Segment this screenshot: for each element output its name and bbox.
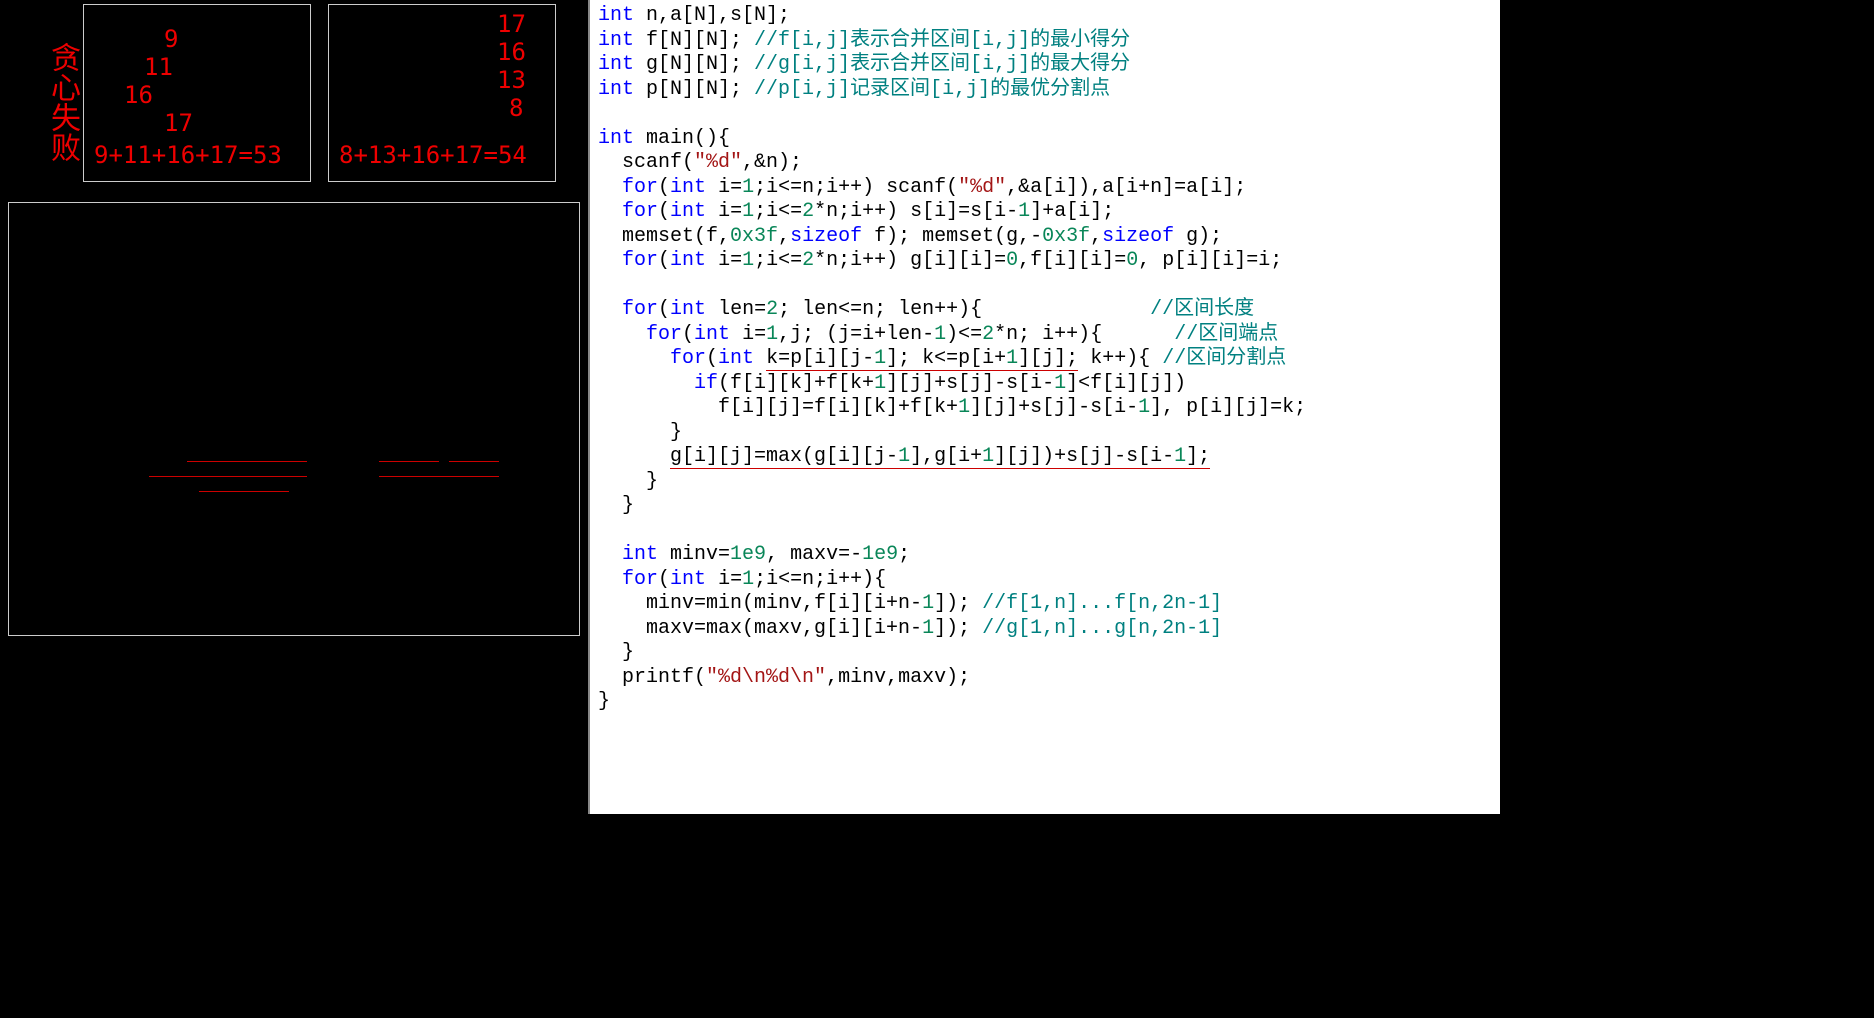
code-line: } [598, 494, 1492, 519]
code-line: int main(){ [598, 127, 1492, 152]
box2-val-1: 16 [497, 38, 526, 66]
code-panel: int n,a[N],s[N]; int f[N][N]; //f[i,j]表示… [588, 0, 1500, 814]
code-line [598, 519, 1492, 544]
code-line: } [598, 690, 1492, 715]
code-line: int n,a[N],s[N]; [598, 4, 1492, 29]
code-line: for(int i=1;i<=2*n;i++) g[i][i]=0,f[i][i… [598, 249, 1492, 274]
code-line: } [598, 421, 1492, 446]
code-line: for(int i=1;i<=2*n;i++) s[i]=s[i-1]+a[i]… [598, 200, 1492, 225]
code-line: for(int i=1;i<=n;i++){ [598, 568, 1492, 593]
code-line: int p[N][N]; //p[i,j]记录区间[i,j]的最优分割点 [598, 78, 1492, 103]
code-line: if(f[i][k]+f[k+1][j]+s[j]-s[i-1]<f[i][j]… [598, 372, 1492, 397]
code-line: memset(f,0x3f,sizeof f); memset(g,-0x3f,… [598, 225, 1492, 250]
box1-val-1: 11 [144, 53, 173, 81]
box2-val-0: 17 [497, 10, 526, 38]
code-line: printf("%d\n%d\n",minv,maxv); [598, 666, 1492, 691]
code-line [598, 102, 1492, 127]
empty-box [8, 202, 580, 636]
code-line: for(int i=1;i<=n;i++) scanf("%d",&a[i]),… [598, 176, 1492, 201]
redline-3 [199, 491, 289, 492]
left-panel: 贪心失败 9 11 16 17 9+11+16+17=53 17 16 13 8… [0, 0, 588, 814]
box2-sum: 8+13+16+17=54 [339, 141, 527, 169]
box1-val-2: 16 [124, 81, 153, 109]
box1-val-3: 17 [164, 109, 193, 137]
redline-4 [379, 461, 439, 462]
code-line: for(int len=2; len<=n; len++){ //区间长度 [598, 298, 1492, 323]
box1-sum: 9+11+16+17=53 [94, 141, 282, 169]
code-line: int minv=1e9, maxv=-1e9; [598, 543, 1492, 568]
box2-val-2: 13 [497, 66, 526, 94]
code-line: scanf("%d",&n); [598, 151, 1492, 176]
code-line: int g[N][N]; //g[i,j]表示合并区间[i,j]的最大得分 [598, 53, 1492, 78]
code-line: for(int k=p[i][j-1]; k<=p[i+1][j]; k++){… [598, 347, 1492, 372]
redline-6 [379, 476, 499, 477]
code-line: maxv=max(maxv,g[i][i+n-1]); //g[1,n]...g… [598, 617, 1492, 642]
redline-5 [449, 461, 499, 462]
code-line: } [598, 641, 1492, 666]
greedy-box-2: 17 16 13 8 8+13+16+17=54 [328, 4, 556, 182]
code-line: for(int i=1,j; (j=i+len-1)<=2*n; i++){ /… [598, 323, 1492, 348]
code-line: } [598, 470, 1492, 495]
code-line: f[i][j]=f[i][k]+f[k+1][j]+s[j]-s[i-1], p… [598, 396, 1492, 421]
redline-2 [149, 476, 307, 477]
code-line [598, 274, 1492, 299]
code-line: g[i][j]=max(g[i][j-1],g[i+1][j])+s[j]-s[… [598, 445, 1492, 470]
redline-1 [187, 461, 307, 462]
code-line: int f[N][N]; //f[i,j]表示合并区间[i,j]的最小得分 [598, 29, 1492, 54]
greedy-box-1: 9 11 16 17 9+11+16+17=53 [83, 4, 311, 182]
greedy-fail-label: 贪心失败 [40, 42, 84, 162]
box1-val-0: 9 [164, 25, 178, 53]
code-line: minv=min(minv,f[i][i+n-1]); //f[1,n]...f… [598, 592, 1492, 617]
box2-val-3: 8 [509, 94, 523, 122]
